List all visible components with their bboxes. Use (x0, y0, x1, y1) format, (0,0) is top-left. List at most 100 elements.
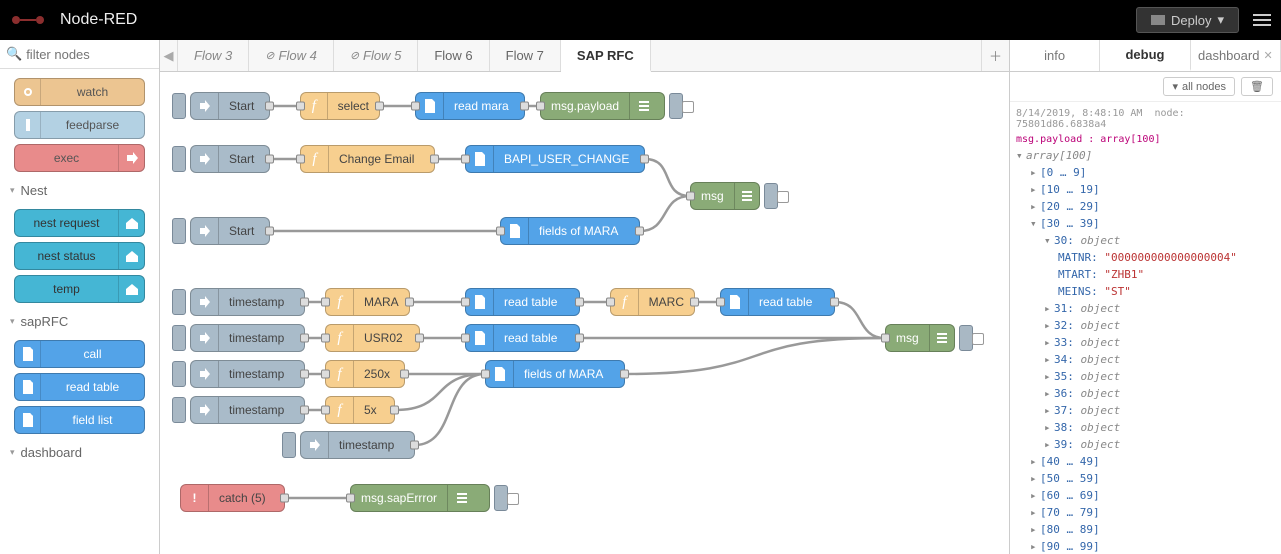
flow-node-sap6[interactable]: fields of MARA (485, 360, 625, 388)
tree-toggle[interactable]: ▸ (1044, 402, 1054, 419)
inject-button[interactable] (282, 432, 296, 458)
palette-node-watch[interactable]: watch (14, 78, 145, 106)
flow-node-dbg5[interactable]: msg (885, 324, 955, 352)
tree-toggle[interactable]: ▸ (1044, 334, 1054, 351)
close-icon[interactable]: ✕ (1263, 49, 1272, 62)
input-port[interactable] (536, 102, 545, 111)
flow-node-sap1[interactable]: read mara (415, 92, 525, 120)
flow-tab[interactable]: SAP RFC (561, 40, 651, 72)
flow-node-fn5[interactable]: fUSR02 (325, 324, 420, 352)
tree-toggle[interactable]: ▾ (1044, 232, 1054, 249)
flow-node-sap4[interactable]: read table (465, 288, 580, 316)
add-flow-button[interactable]: ＋ (981, 40, 1009, 71)
input-port[interactable] (606, 298, 615, 307)
tree-toggle[interactable]: ▸ (1044, 317, 1054, 334)
output-port[interactable] (690, 298, 699, 307)
output-port[interactable] (410, 441, 419, 450)
debug-output[interactable]: 8/14/2019, 8:48:10 AM node: 75801d86.683… (1010, 102, 1281, 554)
flow-canvas[interactable]: Startfselectread maramsg.payloadStartfCh… (160, 72, 1009, 554)
output-port[interactable] (400, 370, 409, 379)
flow-tab[interactable]: Flow 4 (249, 40, 334, 71)
tree-toggle[interactable]: ▸ (1044, 385, 1054, 402)
output-port[interactable] (265, 102, 274, 111)
output-port[interactable] (390, 406, 399, 415)
tree-toggle[interactable]: ▸ (1044, 419, 1054, 436)
flow-node-inj1[interactable]: Start (190, 92, 270, 120)
tree-toggle[interactable]: ▾ (1030, 215, 1040, 232)
flow-tab[interactable]: Flow 7 (490, 40, 561, 71)
output-port[interactable] (575, 298, 584, 307)
flow-node-inj2[interactable]: Start (190, 145, 270, 173)
flow-node-dbg1[interactable]: msg.payload (540, 92, 665, 120)
output-port[interactable] (265, 227, 274, 236)
input-port[interactable] (321, 298, 330, 307)
flow-node-fn6[interactable]: f250x (325, 360, 405, 388)
inject-button[interactable] (172, 93, 186, 119)
debug-toggle-button[interactable] (494, 485, 508, 511)
debug-filter-button[interactable]: ▾ all nodes (1163, 77, 1235, 96)
palette-node-nest-status[interactable]: nest status (14, 242, 145, 270)
flow-node-inj8[interactable]: timestamp (300, 431, 415, 459)
flow-node-sap2[interactable]: BAPI_USER_CHANGE (465, 145, 645, 173)
flow-node-fn7[interactable]: f5x (325, 396, 395, 424)
flow-node-fn2[interactable]: fChange Email (300, 145, 435, 173)
palette-filter-input[interactable] (26, 47, 153, 62)
tree-toggle[interactable]: ▸ (1044, 368, 1054, 385)
palette-node-nest-request[interactable]: nest request (14, 209, 145, 237)
input-port[interactable] (411, 102, 420, 111)
palette-node-field-list[interactable]: field list (14, 406, 145, 434)
output-port[interactable] (375, 102, 384, 111)
flow-node-dbg2[interactable]: msg (690, 182, 760, 210)
inject-button[interactable] (172, 397, 186, 423)
input-port[interactable] (881, 334, 890, 343)
input-port[interactable] (461, 298, 470, 307)
input-port[interactable] (481, 370, 490, 379)
tree-toggle[interactable]: ▸ (1044, 436, 1054, 453)
output-port[interactable] (635, 227, 644, 236)
tree-toggle[interactable]: ▸ (1030, 538, 1040, 554)
flow-tab[interactable]: Flow 3 (178, 40, 249, 71)
tree-toggle[interactable]: ▸ (1044, 351, 1054, 368)
palette-node-feedparse[interactable]: feedparse (14, 111, 145, 139)
tab-scroll-left[interactable]: ◀ (160, 40, 178, 71)
palette-node-temp[interactable]: temp (14, 275, 145, 303)
flow-node-inj3[interactable]: Start (190, 217, 270, 245)
tree-toggle[interactable]: ▸ (1030, 470, 1040, 487)
tree-toggle[interactable]: ▸ (1030, 453, 1040, 470)
tree-toggle[interactable]: ▸ (1030, 181, 1040, 198)
flow-tab[interactable]: Flow 6 (418, 40, 489, 71)
tree-toggle[interactable]: ▸ (1030, 164, 1040, 181)
output-port[interactable] (300, 334, 309, 343)
hamburger-menu-icon[interactable] (1253, 11, 1271, 29)
debug-toggle-button[interactable] (959, 325, 973, 351)
flow-node-fn4b[interactable]: fMARC (610, 288, 695, 316)
palette-node-call[interactable]: call (14, 340, 145, 368)
output-port[interactable] (280, 494, 289, 503)
sidebar-tab-debug[interactable]: debug (1100, 40, 1190, 71)
palette-node-exec[interactable]: exec (14, 144, 145, 172)
input-port[interactable] (496, 227, 505, 236)
flow-node-catch[interactable]: !catch (5) (180, 484, 285, 512)
inject-button[interactable] (172, 361, 186, 387)
input-port[interactable] (296, 155, 305, 164)
flow-node-dbg_err[interactable]: msg.sapErrror (350, 484, 490, 512)
debug-clear-button[interactable]: 🗑 (1241, 77, 1273, 96)
output-port[interactable] (265, 155, 274, 164)
tree-toggle[interactable]: ▸ (1030, 521, 1040, 538)
output-port[interactable] (405, 298, 414, 307)
inject-button[interactable] (172, 289, 186, 315)
output-port[interactable] (830, 298, 839, 307)
deploy-button[interactable]: Deploy ▾ (1136, 7, 1239, 33)
flow-node-inj5[interactable]: timestamp (190, 324, 305, 352)
flow-node-inj6[interactable]: timestamp (190, 360, 305, 388)
input-port[interactable] (461, 334, 470, 343)
input-port[interactable] (346, 494, 355, 503)
inject-button[interactable] (172, 325, 186, 351)
output-port[interactable] (520, 102, 529, 111)
input-port[interactable] (461, 155, 470, 164)
output-port[interactable] (575, 334, 584, 343)
flow-node-sap5[interactable]: read table (465, 324, 580, 352)
sidebar-tab-dashboard[interactable]: dashboard✕ (1191, 40, 1281, 71)
output-port[interactable] (430, 155, 439, 164)
flow-tab[interactable]: Flow 5 (334, 40, 419, 71)
